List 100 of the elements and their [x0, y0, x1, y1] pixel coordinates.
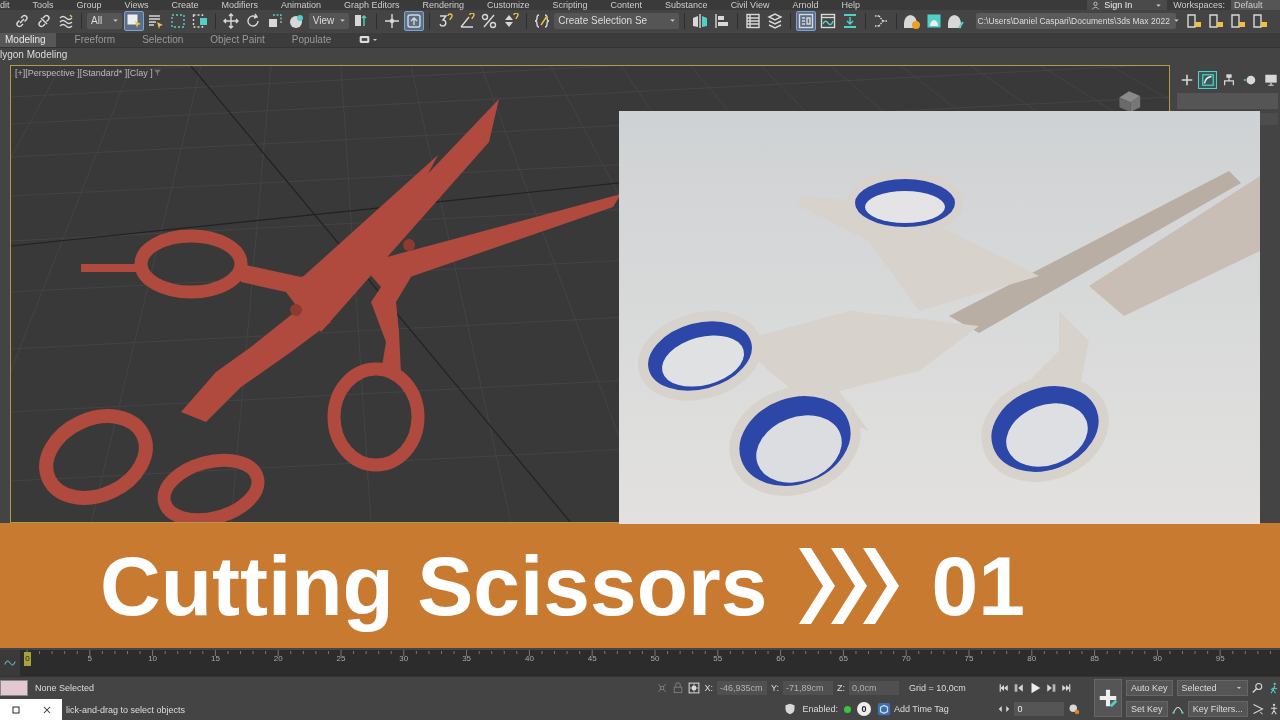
go-to-end-icon	[1060, 681, 1073, 694]
broken-chain-icon	[36, 12, 52, 29]
ribbon-panel-title: lygon Modeling	[0, 48, 68, 60]
workspace-dropdown[interactable]: Default	[1231, 0, 1280, 10]
monitor-icon	[1263, 72, 1278, 87]
zoom-button[interactable]	[1252, 681, 1264, 694]
viewport-menu-label[interactable]: [Clay ]	[127, 67, 153, 78]
frame-number: 95	[1215, 654, 1225, 664]
coordinate-label: Z:	[836, 682, 845, 693]
ribbon-tab[interactable]: Object Paint	[205, 32, 287, 47]
go-to-start-icon	[998, 681, 1011, 694]
percent-snap-icon	[481, 12, 498, 29]
menu-item[interactable]: Rendering	[422, 0, 465, 10]
shortcut-override-icon	[406, 12, 423, 29]
search-icon	[1252, 681, 1264, 694]
menu-item[interactable]: Arnold	[792, 0, 819, 10]
walk-through-button[interactable]	[1268, 703, 1280, 716]
absolute-mode-button[interactable]	[688, 681, 701, 694]
menu-item[interactable]: Scripting	[552, 0, 588, 10]
select-by-name-icon	[147, 12, 164, 29]
time-configuration-button[interactable]	[1068, 703, 1081, 716]
select-object-button[interactable]	[123, 10, 144, 31]
next-frame-button[interactable]	[1045, 681, 1058, 694]
rotate-icon	[244, 12, 261, 29]
cube-icon	[876, 702, 891, 717]
ribbon-tab[interactable]: Freeform	[69, 32, 138, 47]
frame-number: 5	[87, 654, 92, 664]
menu-item[interactable]: Modifiers	[221, 0, 258, 10]
plus-icon	[1179, 72, 1194, 87]
go-to-start-button[interactable]	[998, 681, 1011, 694]
frame-number: 35	[462, 654, 472, 664]
maximize-icon	[9, 703, 22, 716]
curve-window-icon	[819, 12, 836, 29]
menu-item[interactable]: Help	[841, 0, 860, 10]
field-of-view-icon	[1252, 703, 1264, 716]
window-crossing-icon	[191, 12, 208, 29]
panel-layout-button[interactable]	[795, 10, 816, 31]
sign-in-dropdown[interactable]: Sign In	[1087, 0, 1168, 10]
selection-status: None Selected	[35, 683, 95, 693]
teapot-gear-icon	[903, 12, 920, 29]
menu-item[interactable]: Civil View	[730, 0, 770, 10]
rectangular-selection-icon	[169, 12, 186, 29]
shield-icon	[784, 703, 797, 716]
frame-number: 45	[587, 654, 597, 664]
frame-number: 50	[650, 654, 660, 664]
frame-number: 20	[273, 654, 283, 664]
frame-spinner[interactable]: 0	[1014, 702, 1065, 717]
menu-item[interactable]: Create	[171, 0, 199, 10]
menu-item[interactable]: Graph Editors	[343, 0, 400, 10]
previous-frame-icon	[1013, 681, 1026, 694]
menu-item[interactable]: Substance	[665, 0, 708, 10]
prompt-text: lick-and-drag to select objects	[66, 704, 186, 715]
frame-number: 40	[524, 654, 534, 664]
time-slider-thumb[interactable]: 0	[24, 652, 31, 667]
project-folder-icon	[1207, 12, 1224, 29]
key-set-dropdown[interactable]: Selected	[1176, 679, 1248, 696]
sphere-icon	[288, 12, 305, 29]
toolbar-dropdown[interactable]: View	[308, 12, 350, 29]
key-filters-button[interactable]: Key Filters...	[1187, 701, 1248, 718]
ribbon-tab[interactable]: Selection	[137, 32, 206, 47]
previous-frame-button[interactable]	[1013, 681, 1026, 694]
toolbar-dropdown[interactable]: All	[87, 12, 122, 29]
set-key-button[interactable]: Set Key	[1126, 701, 1168, 718]
wave-icon	[58, 12, 74, 29]
frame-number: 80	[1027, 654, 1037, 664]
node-graph-icon	[872, 12, 889, 29]
ribbon-tab[interactable]: Populate	[286, 32, 354, 47]
lock-icon	[672, 681, 685, 694]
scale-icon	[266, 12, 283, 29]
ribbon-tab[interactable]: Modeling	[0, 32, 56, 47]
modify-tab[interactable]	[1198, 70, 1217, 89]
coordinate-label: Y:	[770, 682, 779, 693]
shortcut-override-button[interactable]	[404, 10, 425, 31]
episode-number: 01	[931, 543, 1025, 628]
go-to-end-button[interactable]	[1060, 681, 1073, 694]
field-of-view-button[interactable]	[1252, 703, 1264, 716]
menu-item[interactable]: Animation	[280, 0, 321, 10]
menu-item[interactable]: Content	[610, 0, 643, 10]
menu-item[interactable]: Customize	[487, 0, 530, 10]
set-keys-button[interactable]	[1094, 679, 1122, 717]
walk-button[interactable]	[1268, 681, 1280, 694]
menu-item[interactable]: Views	[124, 0, 149, 10]
person-icon	[1091, 0, 1101, 10]
menu-item[interactable]: Tools	[32, 0, 54, 10]
menu-item[interactable]: Group	[76, 0, 102, 10]
viewport-menu-label[interactable]: [+]	[15, 67, 26, 78]
viewport-menu-label[interactable]: [Perspective ]	[25, 67, 80, 78]
filter-icon	[152, 68, 162, 78]
chevrons-icon	[797, 545, 902, 626]
frame-number: 90	[1152, 654, 1162, 664]
move-icon	[222, 12, 239, 29]
curve-editor-toggle[interactable]	[0, 650, 20, 677]
menu-item[interactable]: dit	[0, 0, 10, 10]
auto-key-button[interactable]: Auto Key	[1126, 679, 1173, 696]
add-time-tag-button[interactable]: Add Time Tag	[876, 701, 949, 718]
panel-layout-icon	[797, 12, 814, 29]
maximize-button[interactable]	[9, 703, 22, 716]
toolbar-dropdown[interactable]: Create Selection Se	[554, 12, 679, 29]
time-tag-count[interactable]: 0	[856, 702, 871, 717]
project-path-dropdown[interactable]: C:\Users\Daniel Caspari\Documents\3ds Max 2022	[975, 12, 1176, 29]
